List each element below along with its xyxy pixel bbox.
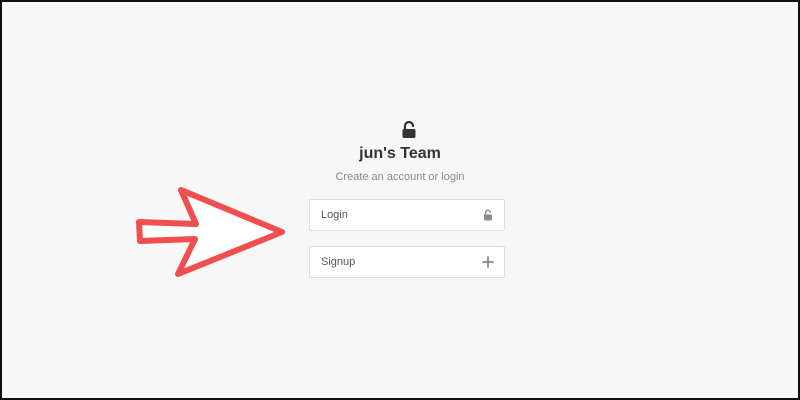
lock-icon [484, 209, 492, 221]
plus-icon [482, 256, 494, 268]
unlocked-padlock-icon [402, 120, 416, 138]
signup-label: Signup [321, 256, 356, 268]
login-label: Login [321, 209, 348, 221]
login-screen: jun's Team Create an account or login Lo… [0, 0, 800, 400]
signup-button[interactable]: Signup [309, 246, 505, 278]
subtitle: Create an account or login [335, 171, 465, 183]
team-title: jun's Team [359, 145, 441, 162]
login-button[interactable]: Login [309, 199, 505, 231]
